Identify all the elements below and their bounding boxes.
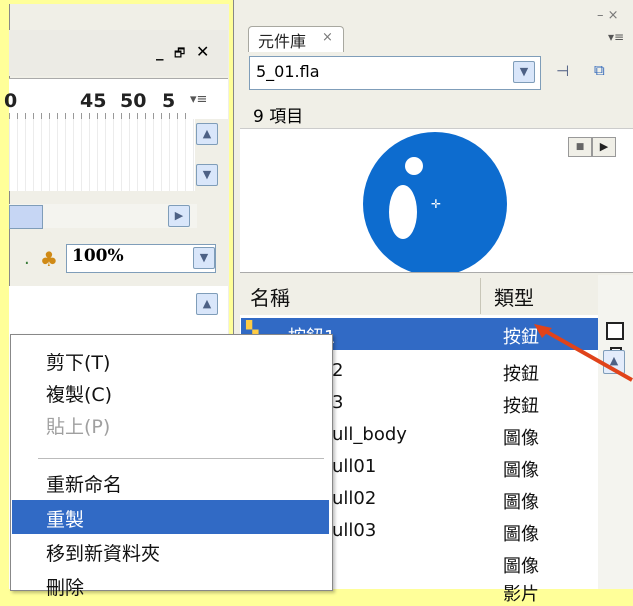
list-item-name[interactable]: ull03	[332, 520, 376, 541]
annotation-arrow	[534, 324, 633, 382]
menu-item-duplicate[interactable]: 重製	[46, 505, 84, 532]
zoom-value: 100%	[72, 246, 124, 266]
zoom-dropdown-button[interactable]: ▼	[193, 247, 215, 269]
new-library-panel-icon[interactable]: ⧉	[594, 61, 605, 79]
list-item-type: 圖像	[503, 460, 539, 481]
menu-item-delete[interactable]: 刪除	[46, 573, 84, 600]
preview-ellipse	[389, 185, 417, 239]
list-item-name[interactable]: ull02	[332, 488, 376, 509]
item-count: 9 項目	[253, 107, 304, 127]
stage-scroll-up-button[interactable]: ▲	[196, 293, 218, 315]
menu-item-copy[interactable]: 複製(C)	[46, 380, 112, 407]
list-item-type: 影片	[503, 584, 539, 605]
move-cursor-icon: ✛	[431, 197, 441, 211]
list-item-name[interactable]: ull01	[332, 456, 376, 477]
ruler-number: 50	[120, 90, 147, 112]
library-menu-icon[interactable]: ▾≡	[608, 30, 624, 44]
play-button[interactable]: ▶	[592, 137, 616, 157]
ruler-number: 5	[162, 90, 176, 112]
restore-icon[interactable]: 🗗	[174, 44, 185, 65]
scroll-down-button[interactable]: ▼	[196, 164, 218, 186]
menu-item-move-to-new-folder[interactable]: 移到新資料夾	[46, 539, 160, 566]
list-item-type: 圖像	[503, 556, 539, 577]
scrollbar-thumb[interactable]	[9, 205, 43, 229]
arrow-line	[539, 326, 633, 382]
ruler-number: 0	[4, 90, 18, 112]
list-item-type: 圖像	[503, 492, 539, 513]
ruler-number: 45	[80, 90, 107, 112]
preview-dot	[405, 157, 423, 175]
minimize-icon[interactable]: _	[156, 43, 164, 61]
tab-library-label: 元件庫	[258, 32, 307, 51]
timeline-frames[interactable]	[9, 119, 195, 191]
list-item-type: 圖像	[503, 524, 539, 545]
list-item-type: 按鈕	[503, 396, 539, 417]
panel-menu-icon[interactable]: ▾≡	[190, 92, 207, 107]
column-name-header[interactable]: 名稱	[250, 282, 290, 311]
list-item-name[interactable]: 3	[332, 392, 343, 413]
document-dropdown-button[interactable]: ▼	[513, 61, 535, 83]
edit-symbols-icon[interactable]: ♣	[40, 247, 58, 271]
panel-collapse-icon[interactable]: – ×	[597, 8, 619, 23]
tab-close-icon[interactable]: ×	[322, 30, 333, 45]
list-item-type: 圖像	[503, 428, 539, 449]
scroll-right-button[interactable]: ▶	[168, 205, 190, 227]
document-name: 5_01.fla	[256, 62, 320, 81]
menu-item-rename[interactable]: 重新命名	[46, 470, 122, 497]
scroll-up-button[interactable]: ▲	[196, 123, 218, 145]
close-icon[interactable]: ✕	[196, 42, 209, 61]
pin-library-icon[interactable]: ⊣	[556, 62, 569, 80]
menu-item-paste: 貼上(P)	[46, 416, 111, 438]
column-type-header[interactable]: 類型	[494, 282, 534, 311]
edit-scene-icon[interactable]: .	[24, 248, 30, 269]
list-item-name[interactable]: ull_body	[332, 424, 407, 445]
stop-button[interactable]: ■	[568, 137, 592, 157]
column-divider	[480, 278, 481, 314]
library-column-header	[240, 275, 633, 316]
list-item-name[interactable]: 2	[332, 360, 343, 381]
menu-item-cut[interactable]: 剪下(T)	[46, 348, 110, 375]
menu-separator	[38, 458, 324, 459]
